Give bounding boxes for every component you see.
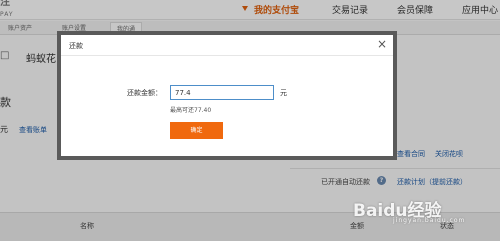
watermark: Baidu经验 jingyan.baidu.com <box>353 196 498 224</box>
amount-input-unit: 元 <box>280 89 287 97</box>
amount-label: 还款金额： <box>127 89 162 97</box>
close-icon[interactable]: × <box>377 37 387 51</box>
max-amount-hint: 最高可还77.40 <box>170 107 212 114</box>
dialog-header: 还款 × <box>61 35 393 56</box>
repay-dialog-body: 还款 × 还款金额： 元 最高可还77.40 确定 <box>61 35 393 156</box>
dialog-title: 还款 <box>69 42 83 50</box>
confirm-button[interactable]: 确定 <box>170 122 223 139</box>
watermark-url: jingyan.baidu.com <box>393 217 466 224</box>
repay-dialog: 还款 × 还款金额： 元 最高可还77.40 确定 <box>57 31 397 160</box>
amount-input[interactable] <box>170 85 274 100</box>
